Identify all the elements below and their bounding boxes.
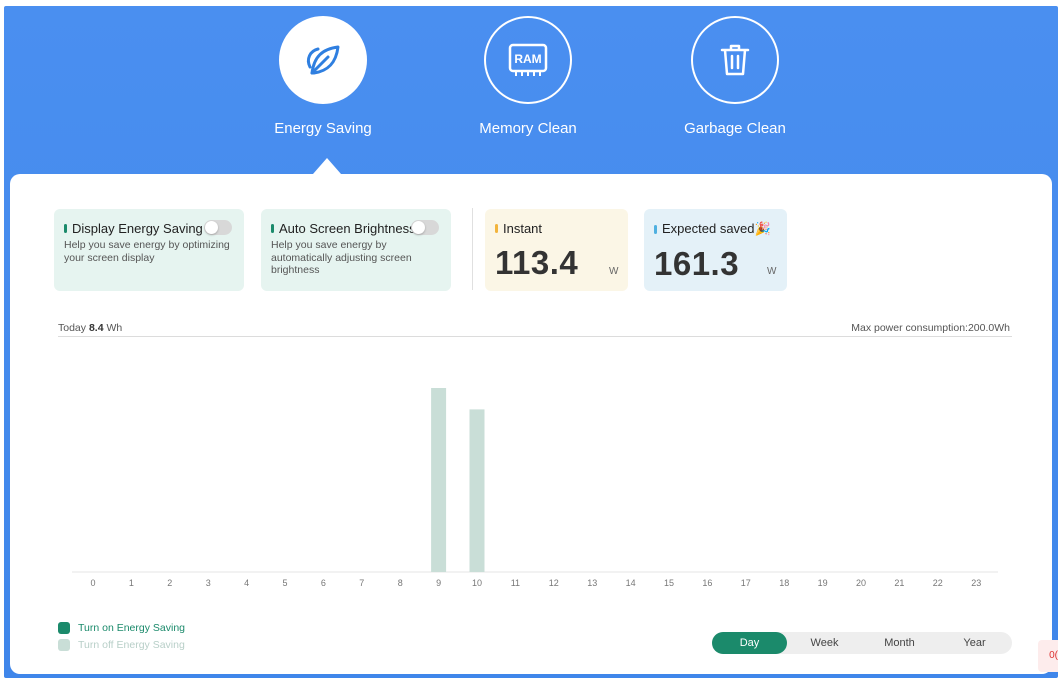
x-tick-label-10: 10 <box>472 578 482 588</box>
legend-swatch-on <box>58 622 70 634</box>
period-year[interactable]: Year <box>937 632 1012 654</box>
legend-label-off: Turn off Energy Saving <box>78 639 185 651</box>
display-energy-saving-desc: Help you save energy by optimizing your … <box>64 239 230 264</box>
trash-icon <box>720 44 750 76</box>
tab-label: Garbage Clean <box>684 120 786 137</box>
hourly-usage-chart: 0 1 2 3 4 5 6 7 8 9 10 11 12 13 14 15 16 17 18 19 20 21 22 23 <box>72 388 998 588</box>
expected-saved-card: Expected saved🎉 161.3 W <box>644 209 787 291</box>
energy-saving-circle <box>279 16 367 104</box>
instant-card: Instant 113.4 W <box>485 209 628 291</box>
expected-saved-unit: W <box>767 266 777 277</box>
x-tick-label-16: 16 <box>702 578 712 588</box>
x-tick-label-6: 6 <box>321 578 326 588</box>
x-tick-label-5: 5 <box>282 578 287 588</box>
x-tick-label-0: 0 <box>90 578 95 588</box>
toggle-knob <box>205 221 218 234</box>
legend-label-on: Turn on Energy Saving <box>78 622 186 634</box>
display-energy-saving-card: Display Energy Saving Help you save ener… <box>54 209 244 291</box>
auto-brightness-title: Auto Screen Brightness <box>279 221 416 236</box>
x-tick-label-3: 3 <box>206 578 211 588</box>
display-energy-saving-toggle[interactable] <box>204 220 232 235</box>
max-power-consumption: Max power consumption:200.0Wh <box>851 322 1010 334</box>
period-day[interactable]: Day <box>712 632 787 654</box>
today-prefix: Today <box>58 322 89 334</box>
header: Energy Saving RAM Memory Clean Garbage C… <box>4 6 1058 174</box>
today-usage: Today 8.4 Wh <box>58 322 122 334</box>
instant-unit: W <box>609 266 619 277</box>
legend-swatch-off <box>58 639 70 651</box>
x-tick-label-21: 21 <box>894 578 904 588</box>
x-tick-label-2: 2 <box>167 578 172 588</box>
x-tick-label-18: 18 <box>779 578 789 588</box>
card-title: Instant <box>495 221 618 236</box>
garbage-clean-circle <box>691 16 779 104</box>
tab-memory-clean[interactable]: RAM Memory Clean <box>453 16 603 137</box>
active-tab-pointer <box>313 158 341 174</box>
auto-brightness-card: Auto Screen Brightness Help you save ene… <box>261 209 451 291</box>
expected-saved-title: Expected saved🎉 <box>662 221 771 236</box>
marker-icon <box>64 224 67 233</box>
marker-icon <box>654 224 657 234</box>
x-tick-label-8: 8 <box>398 578 403 588</box>
x-tick-label-1: 1 <box>129 578 134 588</box>
app-window: Energy Saving RAM Memory Clean Garbage C… <box>4 6 1058 678</box>
expected-saved-value: 161.3 <box>654 245 740 282</box>
x-tick-label-7: 7 <box>359 578 364 588</box>
x-tick-label-9: 9 <box>436 578 441 588</box>
instant-title: Instant <box>503 221 543 236</box>
x-tick-label-4: 4 <box>244 578 249 588</box>
period-selector: Day Week Month Year <box>712 632 1012 654</box>
chart-bar-9 <box>431 388 447 572</box>
x-tick-label-13: 13 <box>587 578 597 588</box>
ram-chip-text: RAM <box>514 52 541 66</box>
tab-garbage-clean[interactable]: Garbage Clean <box>660 16 810 137</box>
period-month[interactable]: Month <box>862 632 937 654</box>
leaf-icon <box>306 45 340 75</box>
x-tick-label-19: 19 <box>818 578 828 588</box>
x-tick-label-15: 15 <box>664 578 674 588</box>
x-tick-label-14: 14 <box>626 578 636 588</box>
legend-item-on: Turn on Energy Saving <box>58 622 185 634</box>
ram-icon: RAM <box>508 43 548 76</box>
marker-icon <box>271 224 274 233</box>
floating-edge-tab[interactable]: 0( <box>1038 640 1058 672</box>
today-value: 8.4 <box>88 322 104 334</box>
x-tick-label-23: 23 <box>971 578 981 588</box>
x-tick-label-20: 20 <box>856 578 866 588</box>
tab-label: Energy Saving <box>274 120 372 137</box>
marker-icon <box>495 224 498 233</box>
x-tick-label-12: 12 <box>549 578 559 588</box>
legend-item-off: Turn off Energy Saving <box>58 639 185 651</box>
chart-legend: Turn on Energy Saving Turn off Energy Sa… <box>58 622 185 656</box>
summary-divider <box>58 336 1012 337</box>
auto-brightness-toggle[interactable] <box>411 220 439 235</box>
x-tick-label-17: 17 <box>741 578 751 588</box>
period-week[interactable]: Week <box>787 632 862 654</box>
card-title: Expected saved🎉 <box>654 221 777 237</box>
toggle-knob <box>412 221 425 234</box>
tab-energy-saving[interactable]: Energy Saving <box>248 16 398 137</box>
card-divider <box>472 208 473 290</box>
x-tick-label-11: 11 <box>511 578 520 588</box>
tab-label: Memory Clean <box>479 120 577 137</box>
auto-brightness-desc: Help you save energy by automatically ad… <box>271 239 412 276</box>
display-energy-saving-title: Display Energy Saving <box>72 221 203 236</box>
energy-saving-panel: Display Energy Saving Help you save ener… <box>10 174 1052 674</box>
x-tick-label-22: 22 <box>933 578 943 588</box>
instant-value: 113.4 <box>495 244 579 281</box>
today-unit: Wh <box>103 322 123 334</box>
memory-clean-circle: RAM <box>484 16 572 104</box>
chart-bar-10 <box>469 409 485 572</box>
